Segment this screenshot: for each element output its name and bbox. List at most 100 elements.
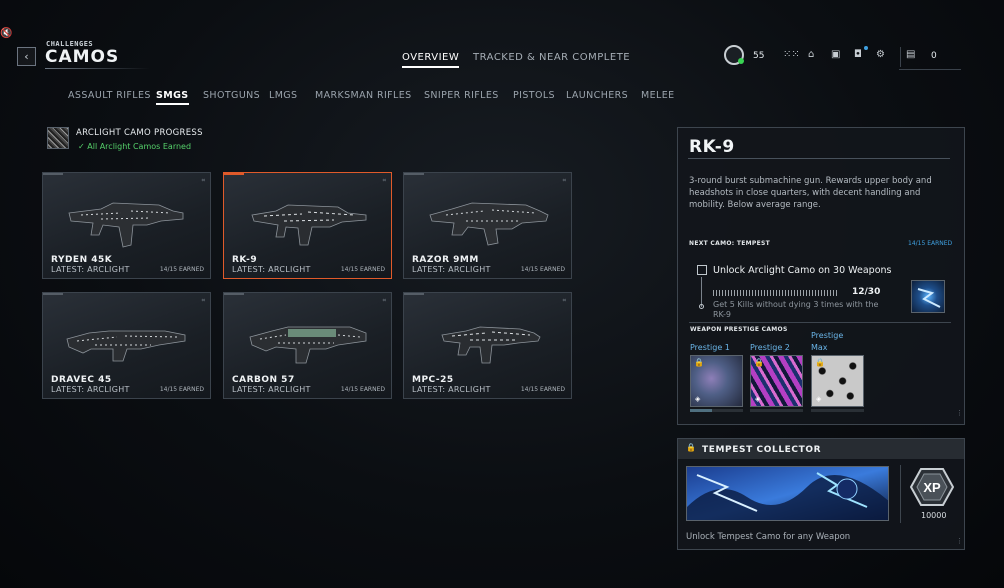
xp-label: XP bbox=[923, 480, 941, 495]
resize-handle-icon: ⋮ bbox=[956, 409, 963, 417]
progress-title: ARCLIGHT CAMO PROGRESS bbox=[76, 128, 203, 138]
collector-divider bbox=[900, 465, 901, 523]
weapon-latest: LATEST: ARCLIGHT bbox=[232, 265, 311, 274]
weapon-name: DRAVEC 45 bbox=[51, 375, 112, 385]
weapon-name: RYDEN 45K bbox=[51, 255, 113, 265]
prestige-2-label: Prestige 2 bbox=[750, 343, 790, 352]
weapon-earned: 14/15 EARNED bbox=[340, 386, 385, 393]
lock-icon: 🔒 bbox=[815, 358, 825, 367]
category-melee[interactable]: MELEE bbox=[641, 90, 675, 101]
challenge-checkbox[interactable] bbox=[697, 265, 707, 275]
title-underline bbox=[45, 68, 150, 69]
challenge-subtext: Get 5 Kills without dying 3 times with t… bbox=[713, 300, 879, 319]
category-smgs[interactable]: SMGS bbox=[156, 90, 189, 105]
weapon-earned: 14/15 EARNED bbox=[159, 386, 204, 393]
prestige-1-camo[interactable]: 🔒 ◈ bbox=[690, 355, 743, 407]
resize-handle-icon: ⋮ bbox=[956, 537, 963, 545]
category-assault-rifles[interactable]: ASSAULT RIFLES bbox=[68, 90, 151, 101]
challenge-progress-bar bbox=[713, 290, 839, 296]
weapon-image-rk-9 bbox=[251, 204, 367, 246]
weapon-earned: 14/15 EARNED bbox=[340, 266, 385, 273]
grid-icon[interactable]: ⁙⁙ bbox=[783, 49, 800, 60]
challenge-node bbox=[699, 304, 704, 309]
xp-icon: XP bbox=[910, 468, 954, 506]
progress-status: ✓ All Arclight Camos Earned bbox=[78, 142, 192, 151]
category-shotguns[interactable]: SHOTGUNS bbox=[203, 90, 260, 101]
next-camo-earned: 14/15 EARNED bbox=[908, 240, 953, 247]
collector-calling-card[interactable] bbox=[686, 466, 889, 521]
weapon-latest: LATEST: ARCLIGHT bbox=[412, 265, 491, 274]
corner-icon: ⌗ bbox=[382, 177, 386, 184]
weapon-name: RK-9 bbox=[232, 255, 258, 265]
notification-dot bbox=[864, 46, 868, 50]
detail-description: 3-round burst submachine gun. Rewards up… bbox=[689, 176, 932, 210]
speaker-mute-icon[interactable]: 🔇 bbox=[0, 28, 14, 42]
corner-icon: ⌗ bbox=[201, 297, 205, 304]
prestige-max-camo[interactable]: 🔒 ◈ bbox=[811, 355, 864, 407]
weapon-image-razor-9mm bbox=[429, 202, 549, 246]
weapon-card-rk-9[interactable]: ⌗ RK-9 LATEST: ARCLIGHT 14/15 EARNED bbox=[223, 172, 392, 279]
collector-description: Unlock Tempest Camo for any Weapon bbox=[686, 532, 851, 542]
corner-icon: ⌗ bbox=[562, 297, 566, 304]
challenge-connector bbox=[701, 277, 702, 307]
detail-weapon-name: RK-9 bbox=[689, 137, 735, 157]
prestige-2-camo[interactable]: 🔒 ◈ bbox=[750, 355, 803, 407]
collector-title: TEMPEST COLLECTOR bbox=[702, 445, 822, 455]
weapon-latest: LATEST: ARCLIGHT bbox=[51, 385, 130, 394]
weapon-image-carbon-57 bbox=[249, 326, 367, 364]
lightning-icon bbox=[917, 288, 941, 308]
weapon-image-ryden-45k bbox=[68, 202, 184, 248]
prestige-icon: ◈ bbox=[695, 395, 701, 403]
arclight-camo-icon bbox=[47, 127, 69, 149]
chevron-left-icon: ‹ bbox=[24, 50, 29, 63]
weapon-earned: 14/15 EARNED bbox=[159, 266, 204, 273]
prestige-1-progress bbox=[690, 409, 743, 412]
weapon-card-carbon-57[interactable]: ⌗ CARBON 57 LATEST: ARCLIGHT 14/15 EARNE… bbox=[223, 292, 392, 399]
weapon-card-ryden-45k[interactable]: ⌗ RYDEN 45K LATEST: ARCLIGHT 14/15 EARNE… bbox=[42, 172, 211, 279]
unlock-icon[interactable]: ⌂ bbox=[808, 49, 814, 60]
currency-icon[interactable]: ▤ bbox=[906, 49, 915, 60]
player-level-badge-icon[interactable] bbox=[724, 45, 744, 65]
tempest-camo-thumbnail[interactable] bbox=[911, 280, 945, 313]
corner-icon: ⌗ bbox=[201, 177, 205, 184]
section-divider bbox=[689, 322, 951, 323]
lock-icon: 🔒 bbox=[686, 443, 696, 452]
prestige-max-label: Prestige Max bbox=[811, 331, 844, 352]
prestige-max-progress bbox=[811, 409, 864, 412]
category-sniper-rifles[interactable]: SNIPER RIFLES bbox=[424, 90, 499, 101]
next-camo-label: NEXT CAMO: TEMPEST bbox=[689, 240, 771, 247]
detail-title-underline bbox=[688, 158, 950, 159]
weapon-earned: 14/15 EARNED bbox=[520, 266, 565, 273]
hud-divider bbox=[900, 47, 901, 67]
weapon-name: MPC-25 bbox=[412, 375, 454, 385]
currency-count: 0 bbox=[931, 51, 937, 61]
tab-overview[interactable]: OVERVIEW bbox=[402, 52, 460, 68]
corner-icon: ⌗ bbox=[562, 177, 566, 184]
tab-tracked[interactable]: TRACKED & NEAR COMPLETE bbox=[473, 52, 630, 63]
weapon-image-mpc-25 bbox=[441, 326, 541, 364]
prestige-icon: ◈ bbox=[816, 395, 822, 403]
player-level: 55 bbox=[753, 51, 765, 61]
notification-icon[interactable]: ◘ bbox=[854, 49, 862, 60]
weapon-latest: LATEST: ARCLIGHT bbox=[412, 385, 491, 394]
prestige-icon: ◈ bbox=[755, 395, 761, 403]
page-title: CAMOS bbox=[45, 47, 120, 67]
camera-icon[interactable]: ▣ bbox=[831, 49, 840, 60]
hud-underline bbox=[899, 69, 961, 70]
back-button[interactable]: ‹ bbox=[17, 47, 36, 66]
weapon-earned: 14/15 EARNED bbox=[520, 386, 565, 393]
category-launchers[interactable]: LAUNCHERS bbox=[566, 90, 628, 101]
gear-icon[interactable]: ⚙ bbox=[876, 49, 885, 60]
lock-icon: 🔒 bbox=[754, 358, 764, 367]
challenge-count: 12/30 bbox=[852, 287, 881, 297]
weapon-name: RAZOR 9MM bbox=[412, 255, 479, 265]
weapon-card-dravec-45[interactable]: ⌗ DRAVEC 45 LATEST: ARCLIGHT 14/15 EARNE… bbox=[42, 292, 211, 399]
weapon-card-razor-9mm[interactable]: ⌗ RAZOR 9MM LATEST: ARCLIGHT 14/15 EARNE… bbox=[403, 172, 572, 279]
weapon-name: CARBON 57 bbox=[232, 375, 295, 385]
prestige-2-progress bbox=[750, 409, 803, 412]
category-pistols[interactable]: PISTOLS bbox=[513, 90, 555, 101]
weapon-image-dravec-45 bbox=[66, 330, 186, 362]
category-marksman-rifles[interactable]: MARKSMAN RIFLES bbox=[315, 90, 412, 101]
weapon-card-mpc-25[interactable]: ⌗ MPC-25 LATEST: ARCLIGHT 14/15 EARNED bbox=[403, 292, 572, 399]
category-lmgs[interactable]: LMGS bbox=[269, 90, 297, 101]
